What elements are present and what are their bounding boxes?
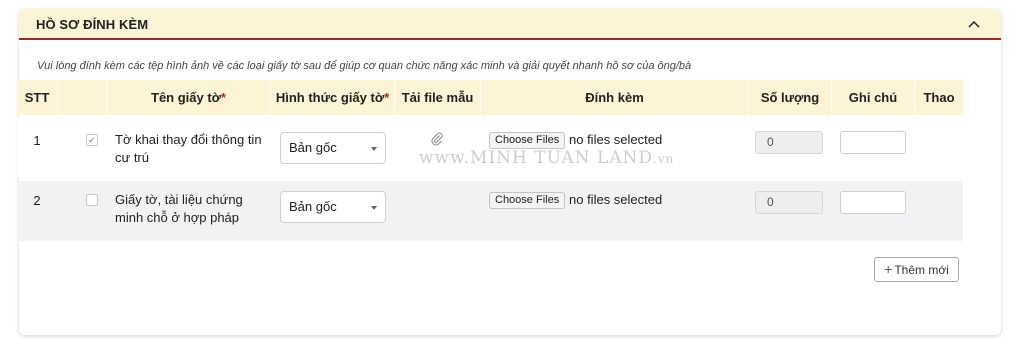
col-stt: STT [17, 80, 58, 115]
plus-icon: + [884, 261, 893, 277]
add-new-label: Thêm mới [894, 263, 949, 277]
caret-down-icon [371, 206, 377, 210]
table-row: 2 Giấy tờ, tài liệu chứng minh chỗ ở hợp… [17, 181, 963, 241]
col-select [58, 80, 107, 115]
choose-files-button[interactable]: Choose Files [489, 132, 566, 149]
quantity-field[interactable]: 0 [755, 131, 823, 154]
choose-files-button[interactable]: Choose Files [489, 192, 566, 209]
document-name: Tờ khai thay đổi thông tin cư trú [115, 132, 262, 165]
caret-down-icon [371, 147, 377, 151]
col-note: Ghi chú [832, 80, 915, 115]
col-quantity: Số lượng [749, 80, 832, 115]
file-status: no files selected [569, 192, 663, 207]
document-name: Giấy tờ, tài liệu chứng minh chỗ ở hợp p… [115, 192, 243, 225]
document-form-select[interactable]: Bản gốc [280, 191, 386, 223]
row-stt: 1 [33, 133, 41, 148]
row-checkbox[interactable]: ✓ [86, 134, 98, 146]
instruction-text: Vui lòng đính kèm các tệp hình ảnh về cá… [37, 60, 692, 72]
section-title: HỒ SƠ ĐÍNH KÈM [36, 17, 149, 32]
table-header: STT Tên giấy tờ* Hình thức giấy tờ* Tải … [17, 80, 963, 140]
row-checkbox[interactable] [86, 194, 98, 206]
row-stt: 2 [33, 193, 41, 208]
chevron-up-icon[interactable] [967, 18, 981, 30]
note-input[interactable] [840, 191, 906, 214]
col-form: Hình thức giấy tờ* [271, 80, 395, 115]
add-new-button[interactable]: + Thêm mới [874, 257, 959, 282]
col-attach: Đính kèm [481, 80, 749, 115]
paperclip-icon[interactable] [431, 132, 443, 146]
section-header[interactable]: HỒ SƠ ĐÍNH KÈM [19, 9, 1001, 40]
document-form-select[interactable]: Bản gốc [280, 132, 386, 164]
watermark: www.MINH TUAN LAND.vn [419, 148, 675, 168]
note-input[interactable] [840, 131, 906, 154]
col-template: Tải file mẫu [395, 80, 481, 115]
quantity-field[interactable]: 0 [755, 191, 823, 214]
table-row: 1 ✓ Tờ khai thay đổi thông tin cư trú Bả… [17, 117, 963, 177]
col-name: Tên giấy tờ* [107, 80, 271, 115]
file-status: no files selected [569, 132, 663, 147]
col-actions: Thao tác [923, 90, 955, 140]
